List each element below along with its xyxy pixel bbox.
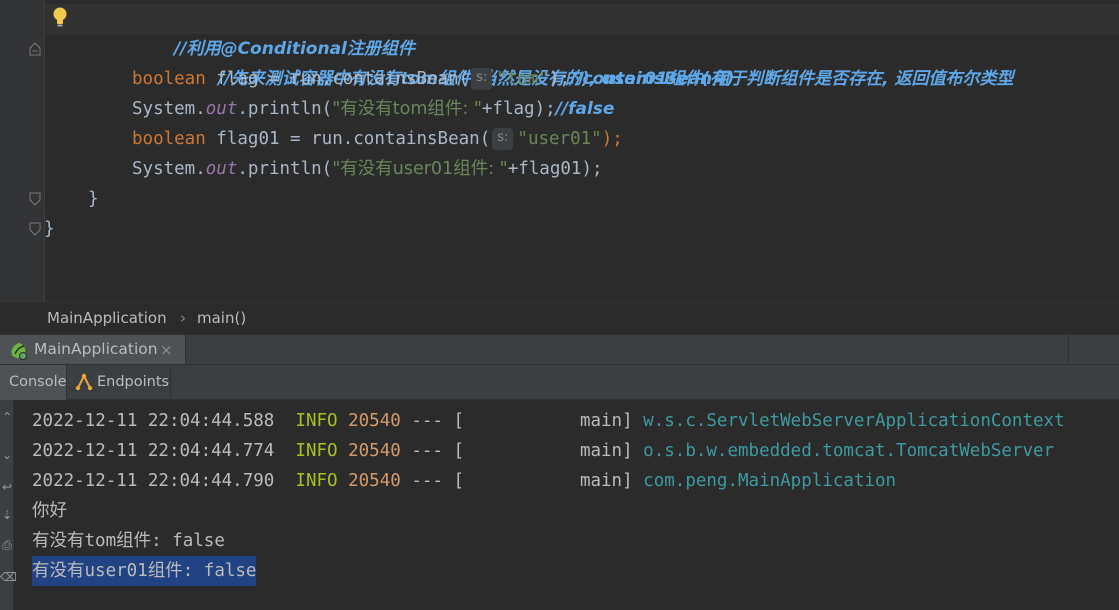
keyword: boolean [132, 69, 206, 89]
string-literal: "有没有user01组件: " [332, 159, 508, 179]
parameter-hint: s: [471, 68, 493, 90]
log-timestamp: 2022-12-11 22:04:44.774 [32, 441, 275, 461]
static-field: out [205, 159, 238, 179]
breadcrumb: MainApplication › main() [0, 302, 1119, 334]
scroll-up-icon[interactable]: ⌃ [0, 410, 14, 424]
log-thread: main] [579, 471, 633, 491]
code-line-4[interactable]: System.out.println("有没有tom组件: "+flag);//… [132, 94, 614, 124]
soft-wrap-icon[interactable]: ↩ [0, 480, 14, 494]
code-text: .println( [237, 159, 333, 179]
code-text: flag01 = run.containsBean( [205, 129, 491, 149]
code-editor[interactable]: //利用@Conditional注册组件 //先来测试容器中有没有tom组件(当… [0, 0, 1119, 302]
breadcrumb-separator: › [180, 309, 186, 327]
code-text: ); [601, 129, 623, 149]
string-literal: "user01" [517, 129, 602, 149]
fold-marker-icon[interactable] [29, 192, 41, 206]
log-logger[interactable]: o.s.b.w.embedded.tomcat.TomcatWebServer [643, 441, 1054, 461]
closing-brace: } [88, 189, 99, 209]
breadcrumb-class[interactable]: MainApplication [47, 309, 167, 327]
tab-console[interactable]: Console [0, 365, 67, 400]
tab-endpoints[interactable]: Endpoints [67, 365, 171, 400]
spring-boot-icon [11, 343, 27, 360]
run-tab-mainapplication[interactable]: MainApplication × [0, 335, 186, 365]
log-separator: --- [ [411, 471, 465, 491]
log-thread: main] [579, 441, 633, 461]
parameter-hint: s: [492, 128, 514, 150]
log-level: INFO [295, 471, 338, 491]
code-line-1[interactable]: //利用@Conditional注册组件 [132, 4, 415, 59]
fold-marker-icon[interactable] [29, 42, 41, 56]
log-timestamp: 2022-12-11 22:04:44.790 [32, 471, 275, 491]
log-level: INFO [295, 411, 338, 431]
code-text: +flag); [481, 99, 556, 119]
code-text: .println( [237, 99, 333, 119]
code-line-2[interactable]: //先来测试容器中有没有tom组件(当然是没有的), user01组件(有) [176, 34, 734, 89]
doc-comment: //false [555, 99, 615, 119]
run-tab-bar: MainApplication × [0, 334, 1119, 365]
lightbulb-icon[interactable] [52, 6, 68, 28]
close-icon[interactable]: × [160, 341, 173, 359]
code-text: System. [132, 159, 206, 179]
log-timestamp: 2022-12-11 22:04:44.588 [32, 411, 275, 431]
log-logger[interactable]: w.s.c.ServletWebServerApplicationContext [643, 411, 1064, 431]
log-line: 2022-12-11 22:04:44.774 INFO 20540 --- [… [32, 436, 1054, 466]
closing-brace: } [44, 219, 55, 239]
fold-marker-icon[interactable] [29, 222, 41, 236]
tab-endpoints-label: Endpoints [97, 374, 170, 390]
run-tab-label: MainApplication [34, 340, 158, 358]
editor-gutter [0, 0, 45, 302]
code-text: +flag01); [507, 159, 603, 179]
code-line-5[interactable]: boolean flag01 = run.containsBean(s: "use… [132, 124, 623, 154]
log-pid: 20540 [348, 471, 401, 491]
output-line: 有没有tom组件: false [32, 531, 225, 551]
code-text: ); [549, 69, 571, 89]
log-thread: main] [579, 411, 633, 431]
console-toolbar: ⌃ ⌄ ↩ ⇣ ⎙ ⌫ [0, 400, 17, 610]
string-literal: "有没有tom组件: " [332, 99, 482, 119]
run-subtab-bar: Console Endpoints [0, 364, 1119, 400]
print-icon[interactable]: ⎙ [0, 538, 14, 553]
code-line-3[interactable]: boolean flag = run.containsBean(s: "tom")… [132, 64, 1013, 94]
code-line-8[interactable]: } [44, 214, 55, 244]
doc-comment: //containsBean用于判断组件是否存在, 返回值布尔类型 [570, 69, 1014, 89]
code-line-7[interactable]: } [88, 184, 99, 214]
code-line-6[interactable]: System.out.println("有没有user01组件: "+flag0… [132, 154, 603, 184]
tab-divider [1068, 335, 1069, 365]
tab-console-label: Console [9, 374, 67, 390]
code-text: System. [132, 99, 206, 119]
string-literal: "tom" [496, 69, 550, 89]
scroll-to-end-icon[interactable]: ⇣ [0, 508, 14, 522]
endpoints-icon [75, 373, 93, 391]
console-output[interactable]: ⌃ ⌄ ↩ ⇣ ⎙ ⌫ 2022-12-11 22:04:44.588 INFO… [0, 400, 1119, 610]
scroll-down-icon[interactable]: ⌄ [0, 448, 14, 462]
log-separator: --- [ [411, 411, 465, 431]
log-separator: --- [ [411, 441, 465, 461]
log-pid: 20540 [348, 411, 401, 431]
log-line: 2022-12-11 22:04:44.588 INFO 20540 --- [… [32, 406, 1065, 436]
code-text: flag = run.containsBean( [205, 69, 470, 89]
log-level: INFO [295, 441, 338, 461]
output-line-selected: 有没有user01组件: false [32, 556, 257, 586]
keyword: boolean [132, 129, 206, 149]
log-logger[interactable]: com.peng.MainApplication [643, 471, 896, 491]
log-line: 2022-12-11 22:04:44.790 INFO 20540 --- [… [32, 466, 896, 496]
output-line: 你好 [32, 501, 67, 521]
breadcrumb-method[interactable]: main() [197, 309, 246, 327]
static-field: out [205, 99, 238, 119]
clear-icon[interactable]: ⌫ [0, 570, 17, 584]
log-pid: 20540 [348, 441, 401, 461]
